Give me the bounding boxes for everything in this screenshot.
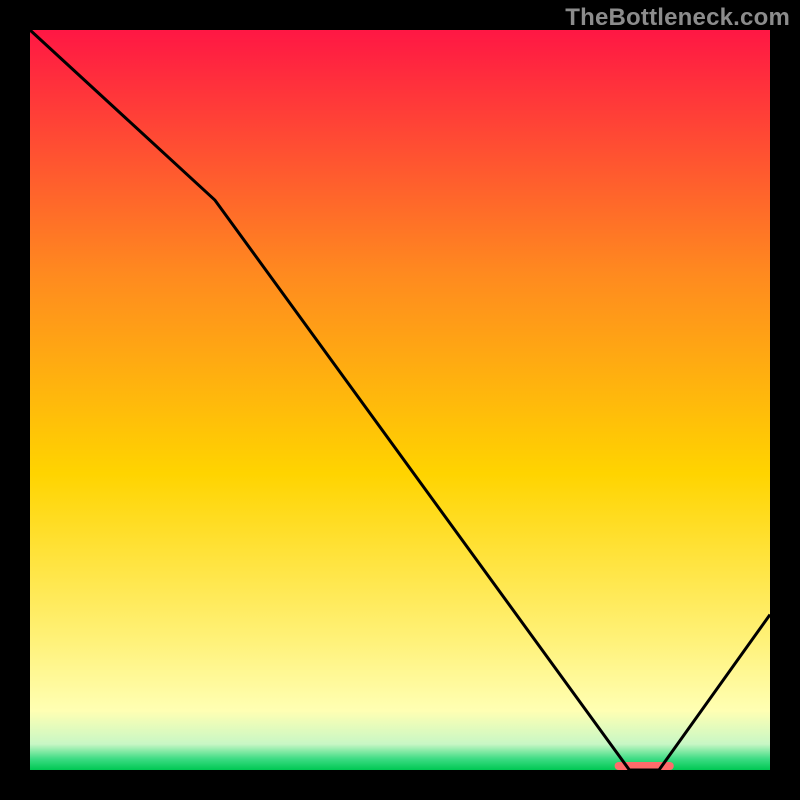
watermark-text: TheBottleneck.com: [565, 4, 790, 32]
bottleneck-chart: [0, 0, 800, 800]
plot-background: [30, 30, 770, 770]
chart-stage: TheBottleneck.com: [0, 0, 800, 800]
